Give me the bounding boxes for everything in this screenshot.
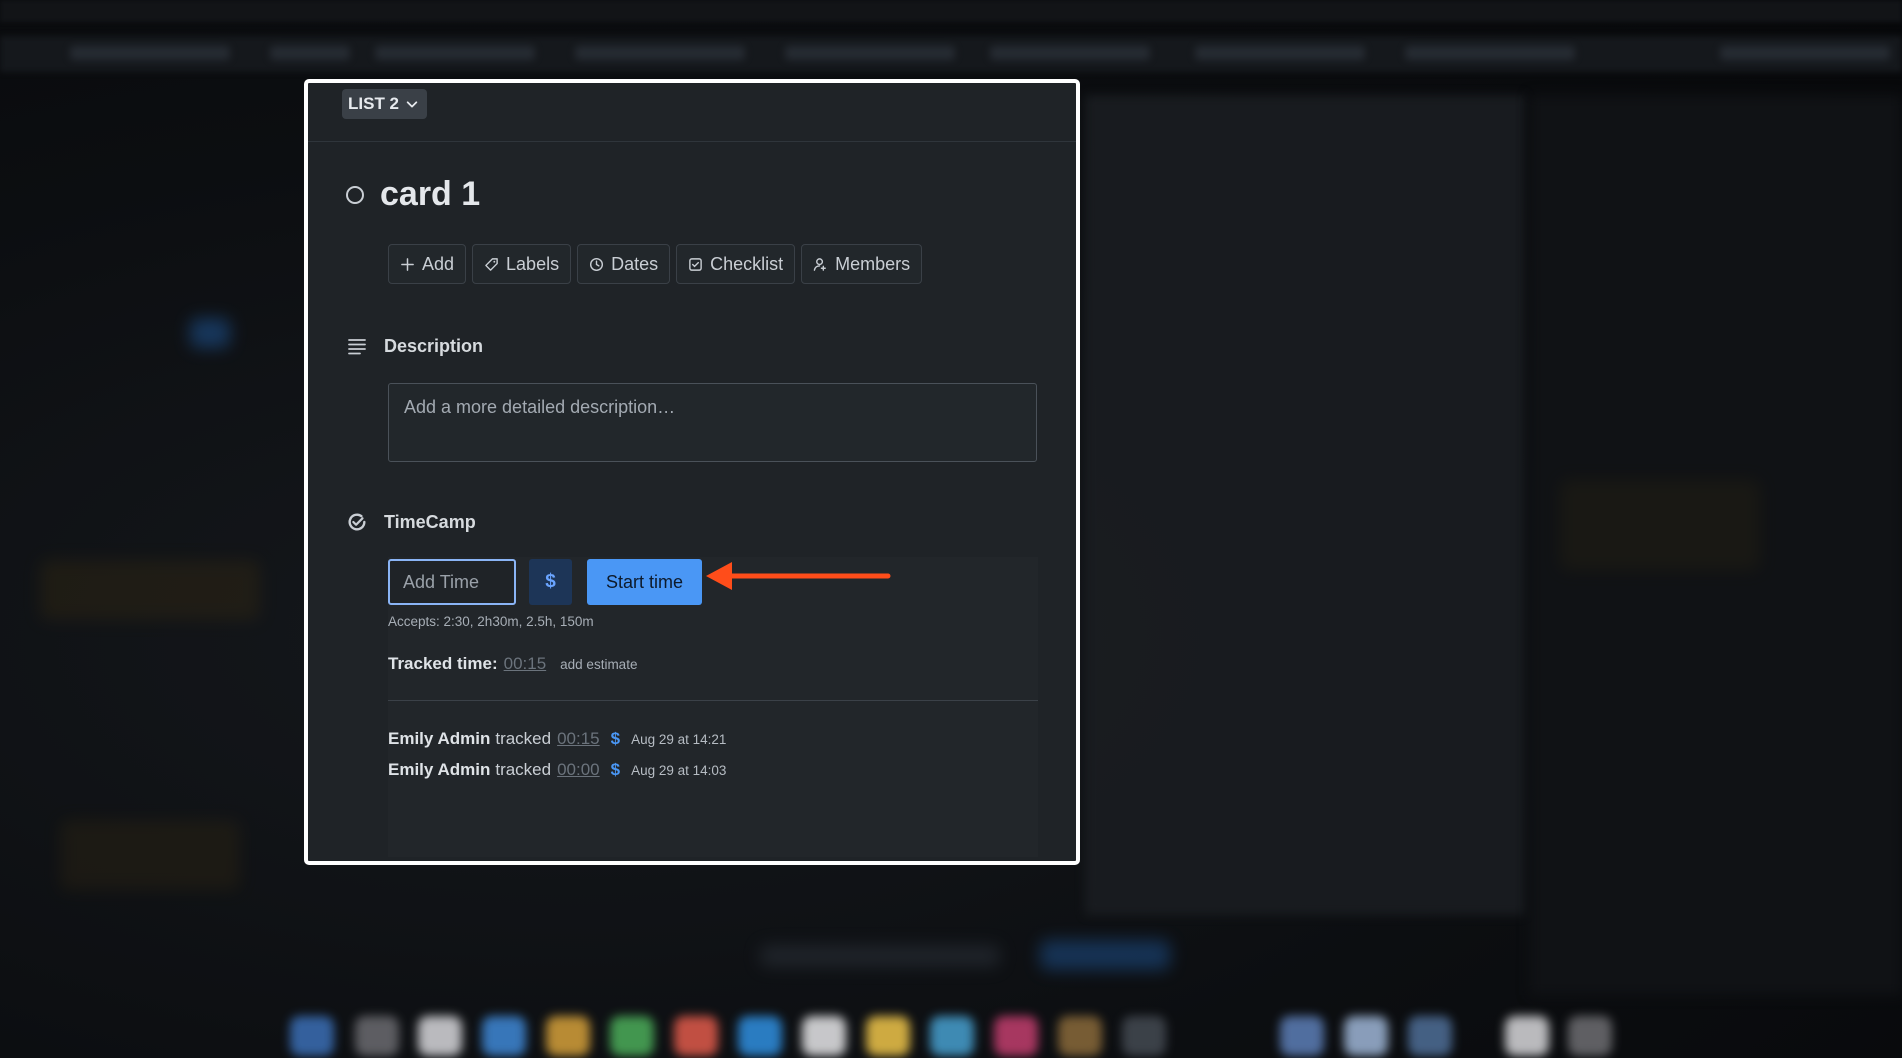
- tracked-time-row: Tracked time: 00:15 add estimate: [388, 654, 637, 674]
- description-heading-label: Description: [384, 335, 484, 356]
- background-panel: [1085, 95, 1525, 915]
- dock-icon: [802, 1016, 846, 1056]
- timecamp-heading-label: TimeCamp: [384, 511, 476, 532]
- background-tab: [70, 46, 230, 60]
- members-button-label: Members: [835, 253, 911, 274]
- background-menubar: [0, 0, 1902, 22]
- dock-icon: [1058, 1016, 1102, 1056]
- add-estimate-link[interactable]: add estimate: [560, 657, 637, 672]
- dock-icon: [1505, 1016, 1549, 1056]
- description-input[interactable]: Add a more detailed description…: [388, 383, 1037, 462]
- description-placeholder: Add a more detailed description…: [404, 397, 676, 417]
- dock-icon: [546, 1016, 590, 1056]
- time-entry: Emily Admin tracked 00:15 $ Aug 29 at 14…: [388, 729, 726, 749]
- entry-duration[interactable]: 00:00: [557, 760, 600, 780]
- labels-button-label: Labels: [506, 253, 560, 274]
- members-button[interactable]: Members: [801, 244, 923, 284]
- start-time-label: Start time: [605, 571, 684, 592]
- checklist-button-label: Checklist: [710, 253, 784, 274]
- clock-icon: [590, 257, 604, 271]
- timecamp-divider: [388, 700, 1038, 701]
- dock-icon: [994, 1016, 1038, 1056]
- background-tab: [785, 46, 955, 60]
- background-tab: [270, 46, 350, 60]
- background-shape: [1040, 940, 1170, 970]
- entry-billable-icon[interactable]: $: [611, 729, 620, 749]
- description-lines-icon: [348, 339, 366, 355]
- tracked-time-label: Tracked time:: [388, 654, 498, 673]
- background-shape: [40, 560, 260, 620]
- time-entry: Emily Admin tracked 00:00 $ Aug 29 at 14…: [388, 760, 726, 780]
- dollar-icon: $: [545, 571, 556, 592]
- tracked-time-value[interactable]: 00:15: [504, 654, 547, 674]
- entry-duration[interactable]: 00:15: [557, 729, 600, 749]
- annotation-arrow-icon: [706, 562, 891, 590]
- background-tab: [990, 46, 1150, 60]
- checklist-button[interactable]: Checklist: [676, 244, 796, 284]
- timecamp-logo-icon: [348, 513, 366, 531]
- complete-circle-icon[interactable]: [346, 185, 364, 204]
- start-time-button[interactable]: Start time: [587, 559, 702, 605]
- dates-button[interactable]: Dates: [577, 244, 671, 284]
- dock-icon: [355, 1016, 399, 1056]
- dock-icon: [482, 1016, 526, 1056]
- tag-icon: [485, 257, 498, 271]
- user-icon: [813, 257, 827, 271]
- dock-icon: [1122, 1016, 1166, 1056]
- background-tab: [1720, 46, 1890, 60]
- background-shape: [60, 820, 240, 890]
- add-time-placeholder: Add Time: [403, 572, 480, 592]
- dock-icon: [1280, 1016, 1324, 1056]
- labels-button[interactable]: Labels: [472, 244, 572, 284]
- entry-user: Emily Admin: [388, 760, 491, 779]
- background-shape: [760, 945, 1000, 967]
- dock-icon: [1408, 1016, 1452, 1056]
- background-shape: [1560, 480, 1760, 570]
- dock-icon: [930, 1016, 974, 1056]
- plus-icon: [401, 257, 414, 271]
- billable-toggle-button[interactable]: $: [529, 559, 572, 605]
- modal-header: LIST 2: [308, 83, 1076, 142]
- entry-verb: tracked: [495, 729, 552, 748]
- dock-icon: [1568, 1016, 1612, 1056]
- checkbox-icon: [689, 257, 702, 271]
- dates-button-label: Dates: [611, 253, 659, 274]
- dock-icon: [674, 1016, 718, 1056]
- background-tab: [1405, 46, 1575, 60]
- entry-verb: tracked: [495, 760, 552, 779]
- add-time-input[interactable]: Add Time: [388, 559, 516, 605]
- card-actions: Add Labels Dates Checklist Members: [388, 244, 923, 284]
- dock-icon: [610, 1016, 654, 1056]
- dock-icon: [290, 1016, 334, 1056]
- background-shape: [190, 318, 230, 348]
- background-tab: [375, 46, 535, 60]
- card-title-row: card 1: [346, 175, 480, 214]
- background-tab: [1195, 46, 1365, 60]
- entry-billable-icon[interactable]: $: [611, 760, 620, 780]
- add-button-label: Add: [422, 253, 455, 274]
- dock-icon: [418, 1016, 462, 1056]
- list-selector-label: LIST 2: [348, 94, 400, 113]
- entry-user: Emily Admin: [388, 729, 491, 748]
- timecamp-heading: TimeCamp: [346, 511, 476, 533]
- dock-icon: [866, 1016, 910, 1056]
- dock-icon: [1344, 1016, 1388, 1056]
- entry-date: Aug 29 at 14:21: [631, 732, 727, 747]
- time-format-hint: Accepts: 2:30, 2h30m, 2.5h, 150m: [388, 614, 594, 629]
- entry-date: Aug 29 at 14:03: [631, 763, 727, 778]
- dock-icon: [738, 1016, 782, 1056]
- card-title[interactable]: card 1: [380, 175, 480, 214]
- background-tab: [575, 46, 745, 60]
- list-selector[interactable]: LIST 2: [342, 89, 428, 119]
- card-detail-modal: LIST 2 card 1 Add Labels Dates Checklist: [304, 79, 1080, 865]
- description-heading: Description: [346, 335, 483, 357]
- chevron-down-icon: [406, 101, 418, 108]
- add-button[interactable]: Add: [388, 244, 467, 284]
